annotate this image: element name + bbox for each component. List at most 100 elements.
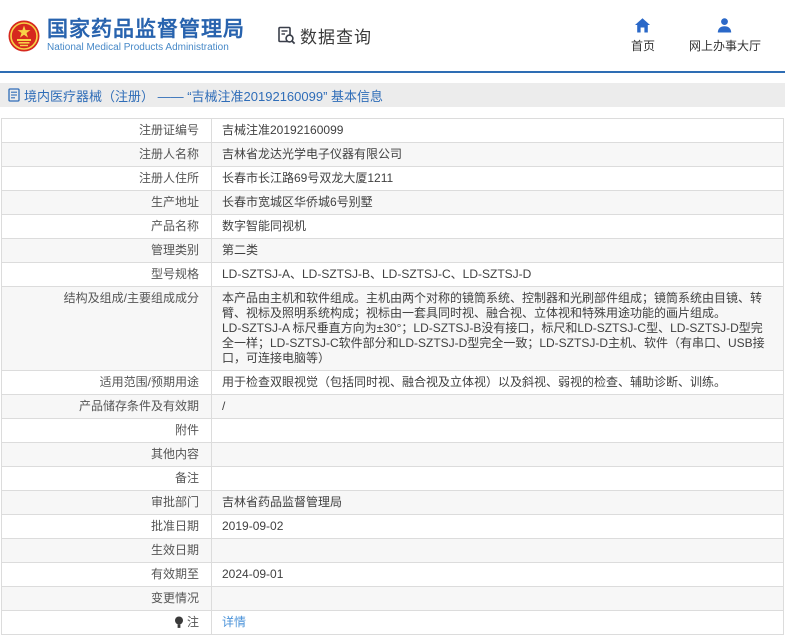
row-label-text: 注册人名称 — [139, 147, 199, 162]
nav-item-online-hall[interactable]: 网上办事大厅 — [689, 17, 761, 54]
agency-titles: 国家药品监督管理局 National Medical Products Admi… — [47, 18, 245, 54]
table-row: 有效期至 2024-09-01 — [2, 563, 783, 587]
table-row: 管理类别第二类 — [2, 239, 783, 263]
row-label-text: 生效日期 — [151, 543, 199, 558]
row-label-text: 有效期至 — [151, 567, 199, 582]
row-label-text: 产品名称 — [151, 219, 199, 234]
nav-label-online-hall: 网上办事大厅 — [689, 37, 761, 54]
agency-logo[interactable]: 国家药品监督管理局 National Medical Products Admi… — [8, 18, 245, 54]
row-label: 管理类别 — [2, 239, 212, 262]
table-row: 生产地址长春市宽城区华侨城6号别墅 — [2, 191, 783, 215]
table-row: 注册人名称吉林省龙达光学电子仪器有限公司 — [2, 143, 783, 167]
header-nav: 首页 网上办事大厅 — [631, 17, 761, 54]
row-label: 附件 — [2, 419, 212, 442]
row-label-text: 批准日期 — [151, 519, 199, 534]
bulb-icon — [174, 616, 184, 629]
row-value: 第二类 — [212, 239, 783, 262]
table-row: 注 详情 — [2, 611, 783, 635]
table-row: 审批部门吉林省药品监督管理局 — [2, 491, 783, 515]
row-value — [212, 419, 783, 442]
row-value: 长春市长江路69号双龙大厦1211 — [212, 167, 783, 190]
spacer — [0, 107, 785, 118]
row-label-text: 注 — [187, 615, 199, 630]
row-value: LD-SZTSJ-A、LD-SZTSJ-B、LD-SZTSJ-C、LD-SZTS… — [212, 263, 783, 286]
row-label-text: 审批部门 — [151, 495, 199, 510]
table-row: 生效日期 — [2, 539, 783, 563]
row-value: / — [212, 395, 783, 418]
page-title: 境内医疗器械（注册） —— “吉械注准20192160099” 基本信息 — [24, 86, 383, 105]
details-link[interactable]: 详情 — [222, 615, 246, 629]
data-query-module: 数据查询 — [277, 23, 372, 48]
row-value — [212, 467, 783, 490]
breadcrumb: 境内医疗器械（注册） —— “吉械注准20192160099” 基本信息 — [0, 83, 785, 107]
table-row: 型号规格 LD-SZTSJ-A、LD-SZTSJ-B、LD-SZTSJ-C、LD-… — [2, 263, 783, 287]
table-row: 结构及组成/主要组成成分本产品由主机和软件组成。主机由两个对称的镜筒系统、控制器… — [2, 287, 783, 371]
row-value: 2024-09-01 — [212, 563, 783, 586]
row-label-text: 注册人住所 — [139, 171, 199, 186]
row-value: 本产品由主机和软件组成。主机由两个对称的镜筒系统、控制器和光刷部件组成；镜筒系统… — [212, 287, 783, 370]
row-value: 数字智能同视机 — [212, 215, 783, 238]
site-header: 国家药品监督管理局 National Medical Products Admi… — [0, 0, 785, 71]
table-row: 备注 — [2, 467, 783, 491]
page: 国家药品监督管理局 National Medical Products Admi… — [0, 0, 785, 635]
row-label-text: 附件 — [175, 423, 199, 438]
row-value — [212, 443, 783, 466]
row-label: 生效日期 — [2, 539, 212, 562]
row-label-text: 产品储存条件及有效期 — [79, 399, 199, 414]
table-row: 注册证编号吉械注准20192160099 — [2, 119, 783, 143]
row-label: 型号规格 — [2, 263, 212, 286]
row-label-text: 适用范围/预期用途 — [100, 375, 199, 390]
table-row: 产品储存条件及有效期 / — [2, 395, 783, 419]
row-label: 产品名称 — [2, 215, 212, 238]
nav-label-home: 首页 — [631, 37, 655, 54]
table-row: 其他内容 — [2, 443, 783, 467]
row-value: 吉械注准20192160099 — [212, 119, 783, 142]
table-row: 注册人住所长春市长江路69号双龙大厦1211 — [2, 167, 783, 191]
row-value: 吉林省龙达光学电子仪器有限公司 — [212, 143, 783, 166]
row-value — [212, 539, 783, 562]
row-label: 注册人住所 — [2, 167, 212, 190]
document-icon — [8, 88, 20, 102]
row-label: 注册人名称 — [2, 143, 212, 166]
row-label: 变更情况 — [2, 587, 212, 610]
row-label-text: 型号规格 — [151, 267, 199, 282]
nav-item-home[interactable]: 首页 — [631, 17, 655, 54]
row-label: 适用范围/预期用途 — [2, 371, 212, 394]
row-label: 注 — [2, 611, 212, 634]
module-title: 数据查询 — [300, 23, 372, 48]
row-label-text: 管理类别 — [151, 243, 199, 258]
row-label-text: 其他内容 — [151, 447, 199, 462]
row-label: 产品储存条件及有效期 — [2, 395, 212, 418]
table-row: 产品名称数字智能同视机 — [2, 215, 783, 239]
row-value: 长春市宽城区华侨城6号别墅 — [212, 191, 783, 214]
row-value: 2019-09-02 — [212, 515, 783, 538]
data-query-icon — [277, 26, 296, 45]
agency-name-en: National Medical Products Administration — [47, 42, 245, 54]
row-label: 有效期至 — [2, 563, 212, 586]
person-icon — [716, 17, 733, 34]
row-value: 详情 — [212, 611, 783, 634]
spacer — [0, 73, 785, 83]
table-row: 适用范围/预期用途用于检查双眼视觉（包括同时视、融合视及立体视）以及斜视、弱视的… — [2, 371, 783, 395]
row-label: 结构及组成/主要组成成分 — [2, 287, 212, 370]
row-value: 吉林省药品监督管理局 — [212, 491, 783, 514]
home-icon — [634, 17, 651, 34]
row-label-text: 注册证编号 — [139, 123, 199, 138]
row-label-text: 生产地址 — [151, 195, 199, 210]
row-label: 其他内容 — [2, 443, 212, 466]
row-label-text: 变更情况 — [151, 591, 199, 606]
row-label: 备注 — [2, 467, 212, 490]
info-table: 注册证编号吉械注准20192160099注册人名称吉林省龙达光学电子仪器有限公司… — [1, 118, 784, 635]
row-label: 生产地址 — [2, 191, 212, 214]
row-label: 注册证编号 — [2, 119, 212, 142]
table-row: 变更情况 — [2, 587, 783, 611]
agency-name-cn: 国家药品监督管理局 — [47, 18, 245, 42]
row-label: 审批部门 — [2, 491, 212, 514]
row-label: 批准日期 — [2, 515, 212, 538]
row-label-text: 结构及组成/主要组成成分 — [64, 291, 199, 306]
row-value — [212, 587, 783, 610]
table-row: 批准日期 2019-09-02 — [2, 515, 783, 539]
national-emblem-icon — [8, 20, 40, 52]
table-row: 附件 — [2, 419, 783, 443]
row-label-text: 备注 — [175, 471, 199, 486]
